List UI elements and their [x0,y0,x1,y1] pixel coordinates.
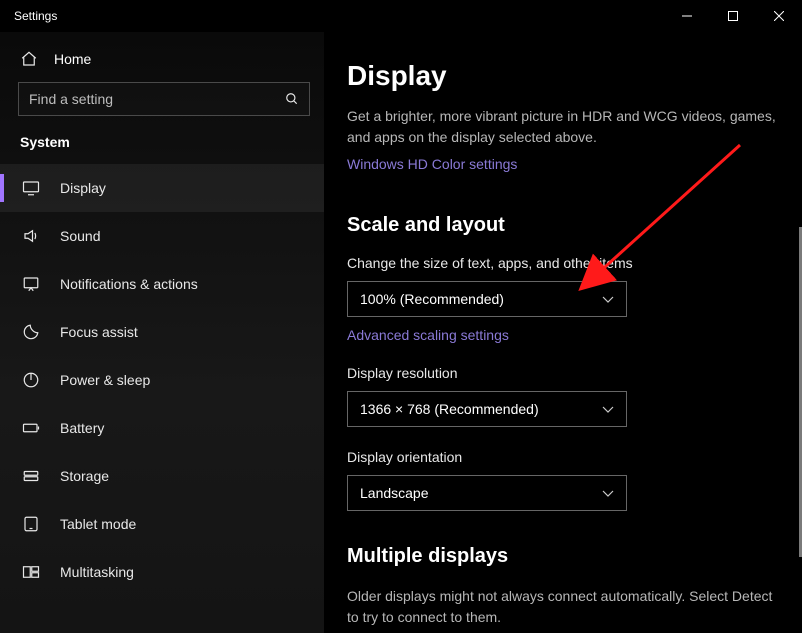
scale-label: Change the size of text, apps, and other… [347,255,780,271]
sidebar-heading: System [0,134,324,164]
sidebar-item-sound[interactable]: Sound [0,212,324,260]
hdr-description: Get a brighter, more vibrant picture in … [347,106,780,148]
sidebar-item-label: Tablet mode [60,516,136,532]
minimize-icon [682,11,692,21]
sidebar-nav: Display Sound Notifications & actions [0,164,324,633]
search-icon [285,92,299,106]
resolution-label: Display resolution [347,365,780,381]
notifications-icon [22,275,40,293]
resolution-dropdown[interactable]: 1366 × 768 (Recommended) [347,391,627,427]
sidebar-item-label: Multitasking [60,564,134,580]
chevron-down-icon [602,487,614,499]
tablet-icon [22,515,40,533]
sidebar-item-tablet-mode[interactable]: Tablet mode [0,500,324,548]
multiple-displays-heading: Multiple displays [347,545,780,568]
sidebar-item-notifications[interactable]: Notifications & actions [0,260,324,308]
orientation-dropdown[interactable]: Landscape [347,475,627,511]
sidebar-item-label: Storage [60,468,109,484]
search-container [0,82,324,134]
resolution-dropdown-value: 1366 × 768 (Recommended) [360,401,539,417]
scale-layout-heading: Scale and layout [347,214,780,237]
sidebar-item-label: Display [60,180,106,196]
search-box[interactable] [18,82,310,116]
sound-icon [22,227,40,245]
sidebar-item-multitasking[interactable]: Multitasking [0,548,324,596]
window-controls [664,0,802,32]
power-icon [22,371,40,389]
sidebar-item-storage[interactable]: Storage [0,452,324,500]
chevron-down-icon [602,403,614,415]
window-title: Settings [14,9,57,23]
sidebar-item-power-sleep[interactable]: Power & sleep [0,356,324,404]
storage-icon [22,467,40,485]
main-content: Display Get a brighter, more vibrant pic… [324,32,802,633]
display-icon [22,179,40,197]
search-input[interactable] [29,91,285,107]
window-body: Home System Display [0,32,802,633]
page-title: Display [347,60,780,92]
sidebar-item-label: Battery [60,420,104,436]
close-icon [774,11,784,21]
sidebar-item-label: Notifications & actions [60,276,198,292]
minimize-button[interactable] [664,0,710,32]
orientation-dropdown-value: Landscape [360,485,429,501]
sidebar-item-display[interactable]: Display [0,164,324,212]
battery-icon [22,419,40,437]
home-nav[interactable]: Home [0,42,324,82]
chevron-down-icon [602,293,614,305]
home-icon [20,50,38,68]
settings-window: Settings Home [0,0,802,633]
advanced-scaling-link[interactable]: Advanced scaling settings [347,327,509,343]
titlebar: Settings [0,0,802,32]
maximize-button[interactable] [710,0,756,32]
sidebar-item-label: Sound [60,228,100,244]
hd-color-settings-link[interactable]: Windows HD Color settings [347,156,517,172]
orientation-label: Display orientation [347,449,780,465]
multitasking-icon [22,563,40,581]
home-label: Home [54,51,91,67]
sidebar: Home System Display [0,32,324,633]
multiple-displays-description: Older displays might not always connect … [347,586,780,628]
sidebar-item-focus-assist[interactable]: Focus assist [0,308,324,356]
sidebar-item-label: Focus assist [60,324,138,340]
maximize-icon [728,11,738,21]
focus-assist-icon [22,323,40,341]
scale-dropdown-value: 100% (Recommended) [360,291,504,307]
close-button[interactable] [756,0,802,32]
sidebar-item-battery[interactable]: Battery [0,404,324,452]
scale-dropdown[interactable]: 100% (Recommended) [347,281,627,317]
sidebar-item-label: Power & sleep [60,372,150,388]
